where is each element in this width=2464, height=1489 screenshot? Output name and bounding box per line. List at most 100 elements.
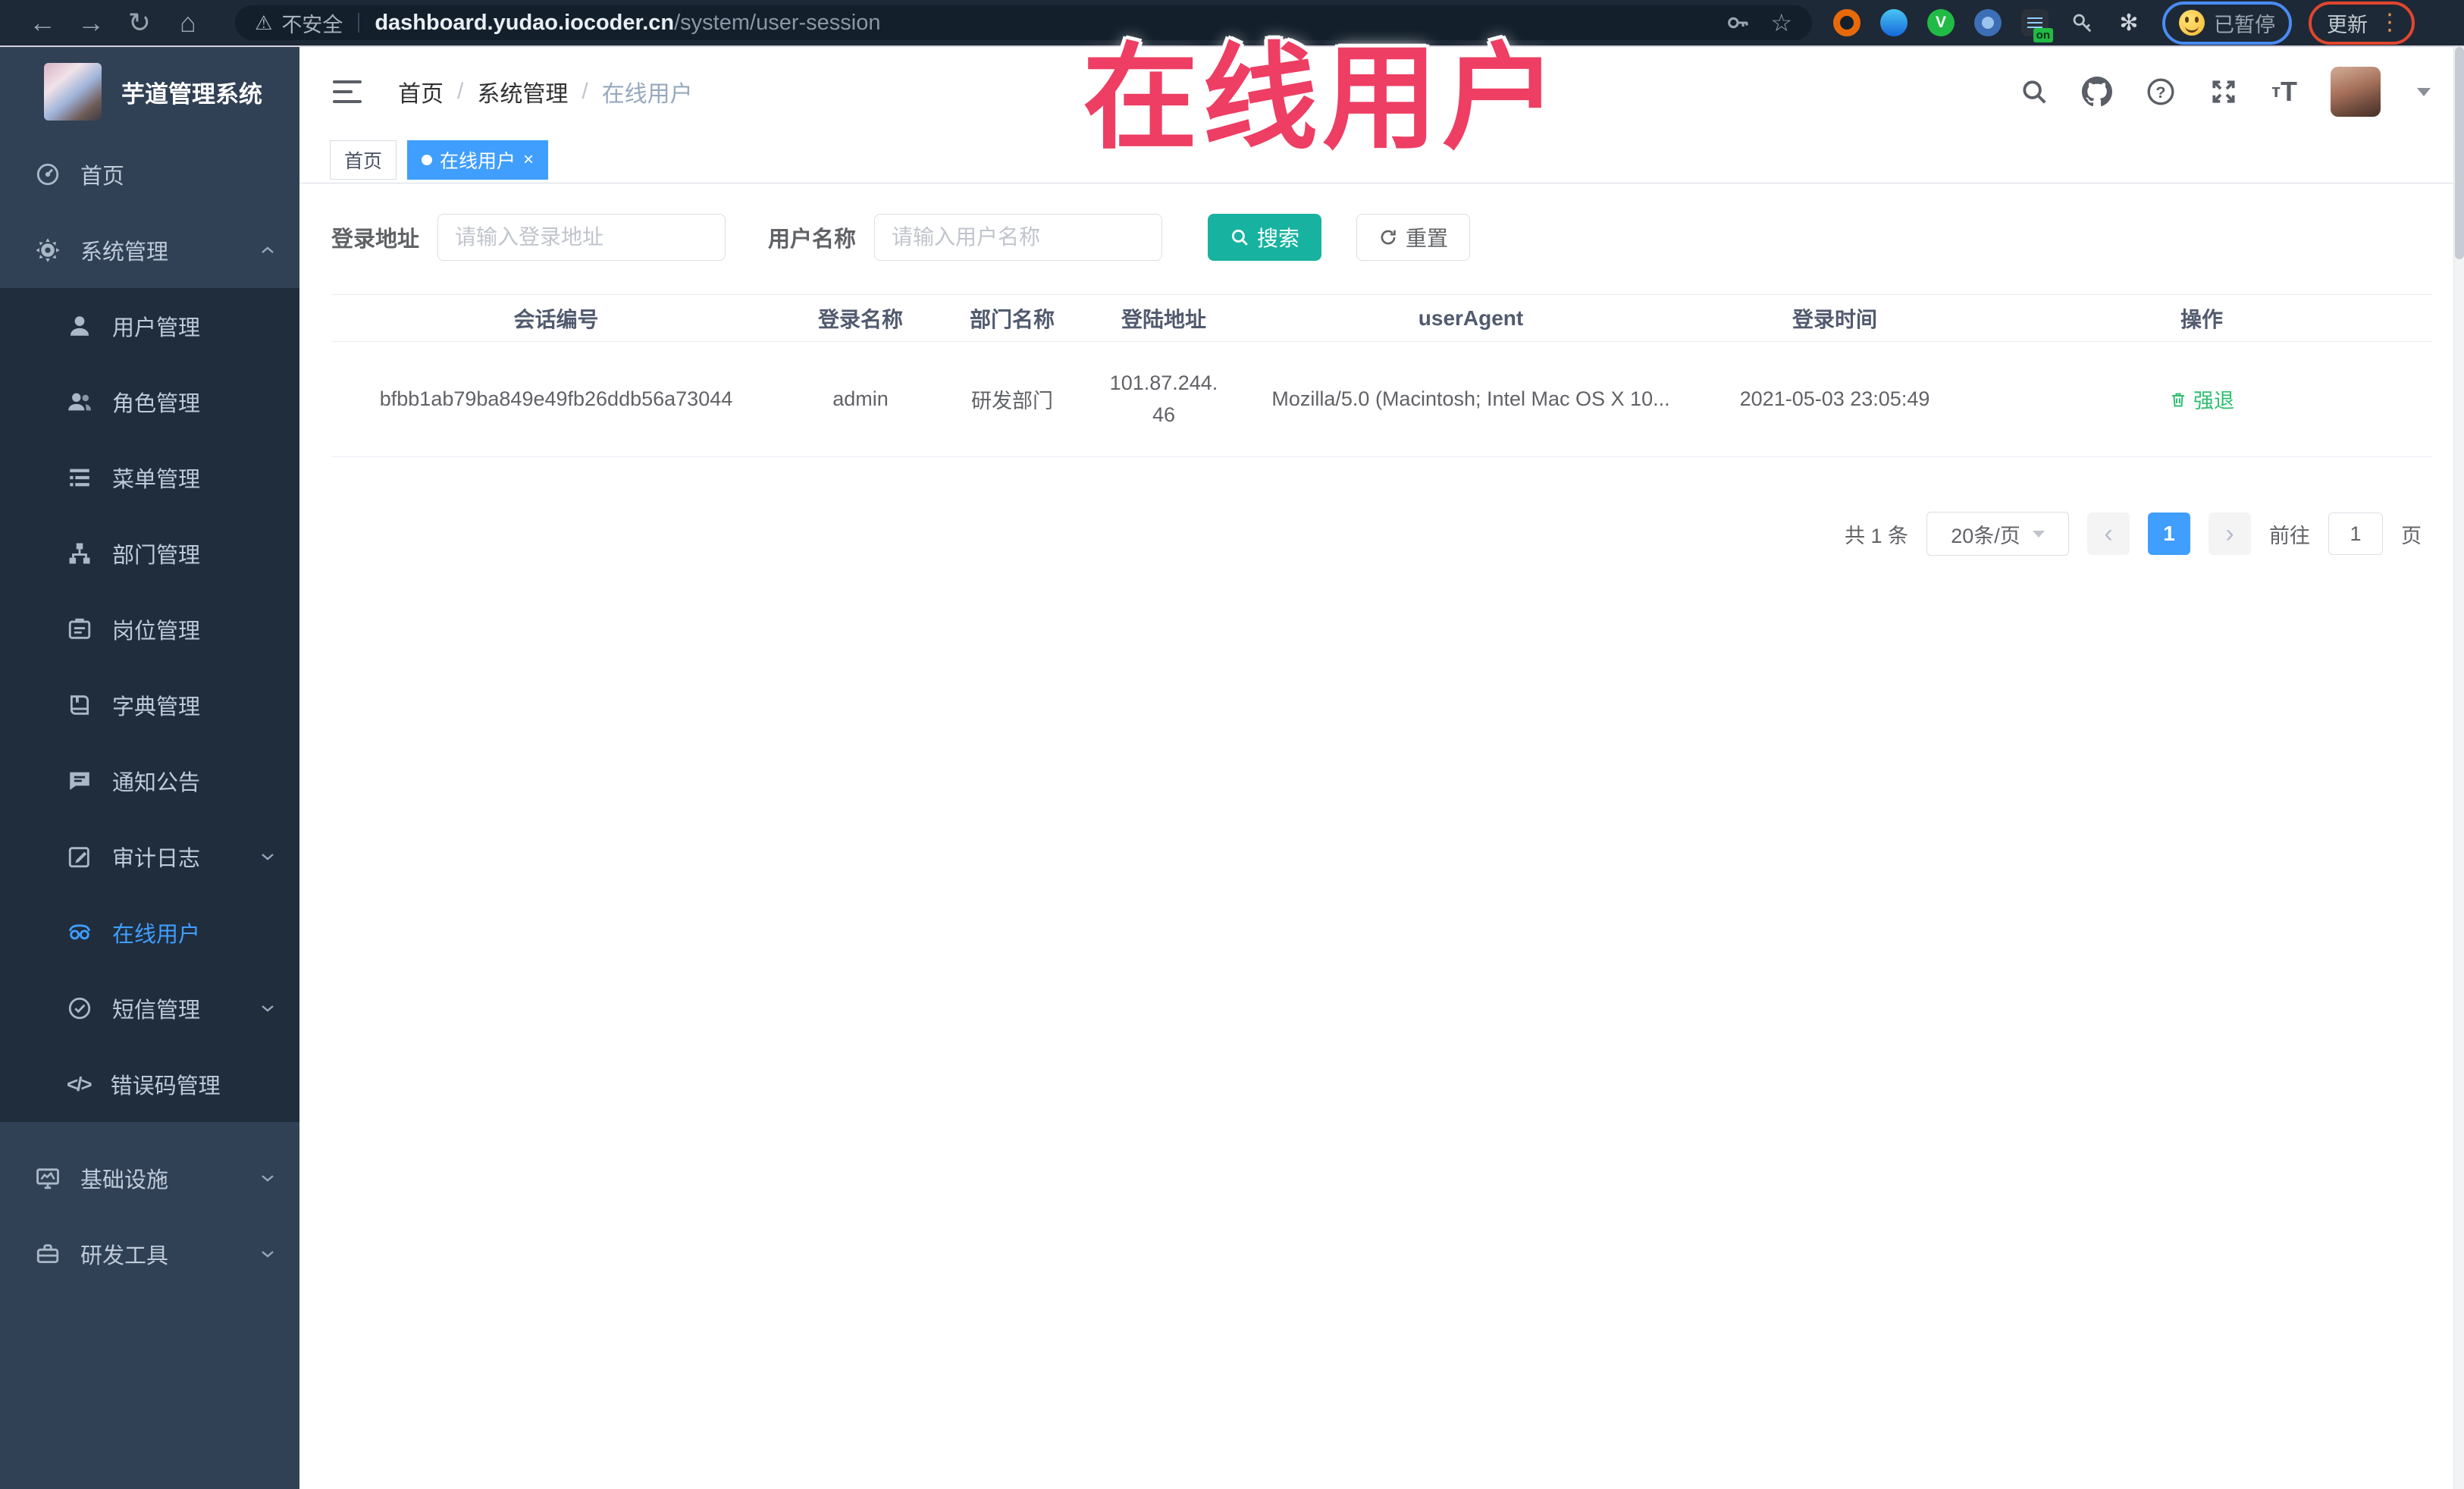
password-key-icon[interactable] [1725,10,1751,36]
tab-label: 在线用户 [440,150,516,172]
home-icon[interactable] [164,9,212,36]
sidebar-item-posts[interactable]: 岗位管理 [0,591,299,667]
sidebar-toggle-icon[interactable] [333,79,363,105]
breadcrumb-current: 在线用户 [601,82,693,107]
force-logout-button[interactable]: 强退 [2169,384,2234,414]
session-id-cell: bfbb1ab79ba849e49fb26ddb56a73044 [379,387,733,410]
prev-page-button[interactable] [2087,513,2130,555]
avatar[interactable] [2331,67,2381,117]
divider [358,13,360,33]
not-secure-icon [255,11,272,35]
font-size-icon[interactable]: тT [2271,78,2297,105]
sidebar-item-notice[interactable]: 通知公告 [0,743,299,819]
sidebar-item-label: 岗位管理 [112,619,201,644]
user-name-input[interactable] [874,214,1163,261]
extension-drop-icon[interactable] [1880,9,1908,36]
paused-extension-chip[interactable]: 已暂停 [2162,1,2292,45]
tab-close-icon[interactable] [523,151,534,169]
forward-icon[interactable] [67,9,115,36]
tab-home[interactable]: 首页 [330,139,397,180]
extension-v-icon[interactable]: V [1927,9,1955,36]
breadcrumb-section[interactable]: 系统管理 [477,75,568,108]
address-bar[interactable]: 不安全 dashboard.yudao.iocoder.cn /system/u… [235,5,1812,40]
col-header-dept: 部门名称 [969,307,1055,331]
col-header-user-agent: userAgent [1418,306,1524,330]
gear-icon [36,238,60,262]
sidebar-item-users[interactable]: 用户管理 [0,288,299,364]
app-title: 芋道管理系统 [121,80,262,108]
sidebar-item-menus[interactable]: 菜单管理 [0,440,299,516]
extension-pinwheel-icon[interactable] [2115,9,2143,36]
refresh-icon [1381,230,1396,245]
sidebar-item-system[interactable]: 系统管理 [0,212,299,288]
sidebar-item-depts[interactable]: 部门管理 [0,516,299,591]
svg-text:?: ? [2156,83,2166,102]
reset-button-label: 重置 [1406,227,1449,250]
url-path[interactable]: /system/user-session [674,11,880,36]
code-icon [67,1073,91,1096]
browser-update-chip[interactable]: 更新 [2309,1,2415,45]
goto-page-input[interactable] [2328,513,2383,555]
next-page-button[interactable] [2209,513,2251,555]
reload-icon[interactable] [115,9,164,36]
reset-button[interactable]: 重置 [1356,214,1471,261]
sidebar: 芋道管理系统 首页 系统管理 用户管理 角色管理 菜单管理 部门管理 岗位管理 … [0,47,299,1489]
app-header: 首页 / 系统管理 / 在线用户 ? т T [299,47,2464,136]
sidebar-item-error-codes[interactable]: 错误码管理 [0,1046,299,1122]
extension-orange-icon[interactable] [1833,9,1861,36]
sidebar-item-sms[interactable]: 短信管理 [0,970,299,1046]
extension-database-icon[interactable]: on [2021,9,2053,42]
back-icon[interactable] [18,9,67,36]
sidebar-item-label: 字典管理 [112,695,201,719]
scrollbar-thumb[interactable] [2455,47,2464,259]
audit-log-icon [68,847,89,868]
scrollbar[interactable] [2453,47,2464,1489]
sidebar-item-online-users[interactable]: 在线用户 [0,895,299,970]
github-icon[interactable] [2082,77,2113,107]
sidebar-item-audit-log[interactable]: 审计日志 [0,819,299,895]
app-logo [44,63,102,121]
user-icon [70,316,89,336]
dept-cell: 研发部门 [971,390,1053,412]
post-card-icon [68,618,91,639]
avatar-caret-icon[interactable] [2417,87,2431,96]
chevron-up-icon [262,246,274,253]
login-address-input[interactable] [437,214,726,261]
search-button[interactable]: 搜索 [1208,214,1322,261]
table-row: bfbb1ab79ba849e49fb26ddb56a73044 admin 研… [331,342,2432,457]
sidebar-item-dict[interactable]: 字典管理 [0,667,299,743]
browser-menu-icon[interactable] [2378,11,2401,34]
extension-person-icon[interactable] [1974,9,2002,36]
page-size-select[interactable]: 20条/页 [1926,512,2069,556]
sidebar-item-dev-tools[interactable]: 研发工具 [0,1216,299,1292]
update-label[interactable]: 更新 [2327,8,2368,38]
browser-toolbar: 不安全 dashboard.yudao.iocoder.cn /system/u… [0,0,2464,47]
goto-label: 前往 [2269,524,2310,547]
sidebar-item-label: 系统管理 [80,240,169,265]
dashboard-icon [36,163,59,186]
bookmark-star-icon[interactable] [1770,8,1792,37]
col-header-ip: 登陆地址 [1121,307,1206,331]
extensions-row: V on [1833,9,2143,42]
app-logo-row[interactable]: 芋道管理系统 [0,47,299,136]
sidebar-item-roles[interactable]: 角色管理 [0,364,299,440]
monitor-icon [36,1168,59,1190]
peoples-icon [68,393,92,411]
select-caret-icon [2032,530,2045,538]
sidebar-item-home[interactable]: 首页 [0,136,299,212]
breadcrumb-home[interactable]: 首页 [398,75,444,108]
tab-online-users[interactable]: 在线用户 [407,139,549,180]
extension-key-icon[interactable] [2068,9,2096,36]
chevron-down-icon [262,854,274,860]
check-circle-icon [68,997,91,1020]
ip-cell: 101.87.244.46 [1084,368,1243,431]
url-domain[interactable]: dashboard.yudao.iocoder.cn [375,11,674,36]
docs-question-icon[interactable]: ? [2146,77,2176,107]
security-label[interactable]: 不安全 [281,8,343,38]
header-search-icon[interactable] [2020,77,2049,106]
sidebar-item-infrastructure[interactable]: 基础设施 [0,1140,299,1216]
current-page-button[interactable]: 1 [2148,513,2190,555]
sidebar-item-label: 部门管理 [112,544,201,568]
sidebar-item-label: 研发工具 [80,1244,169,1268]
fullscreen-icon[interactable] [2209,77,2238,106]
